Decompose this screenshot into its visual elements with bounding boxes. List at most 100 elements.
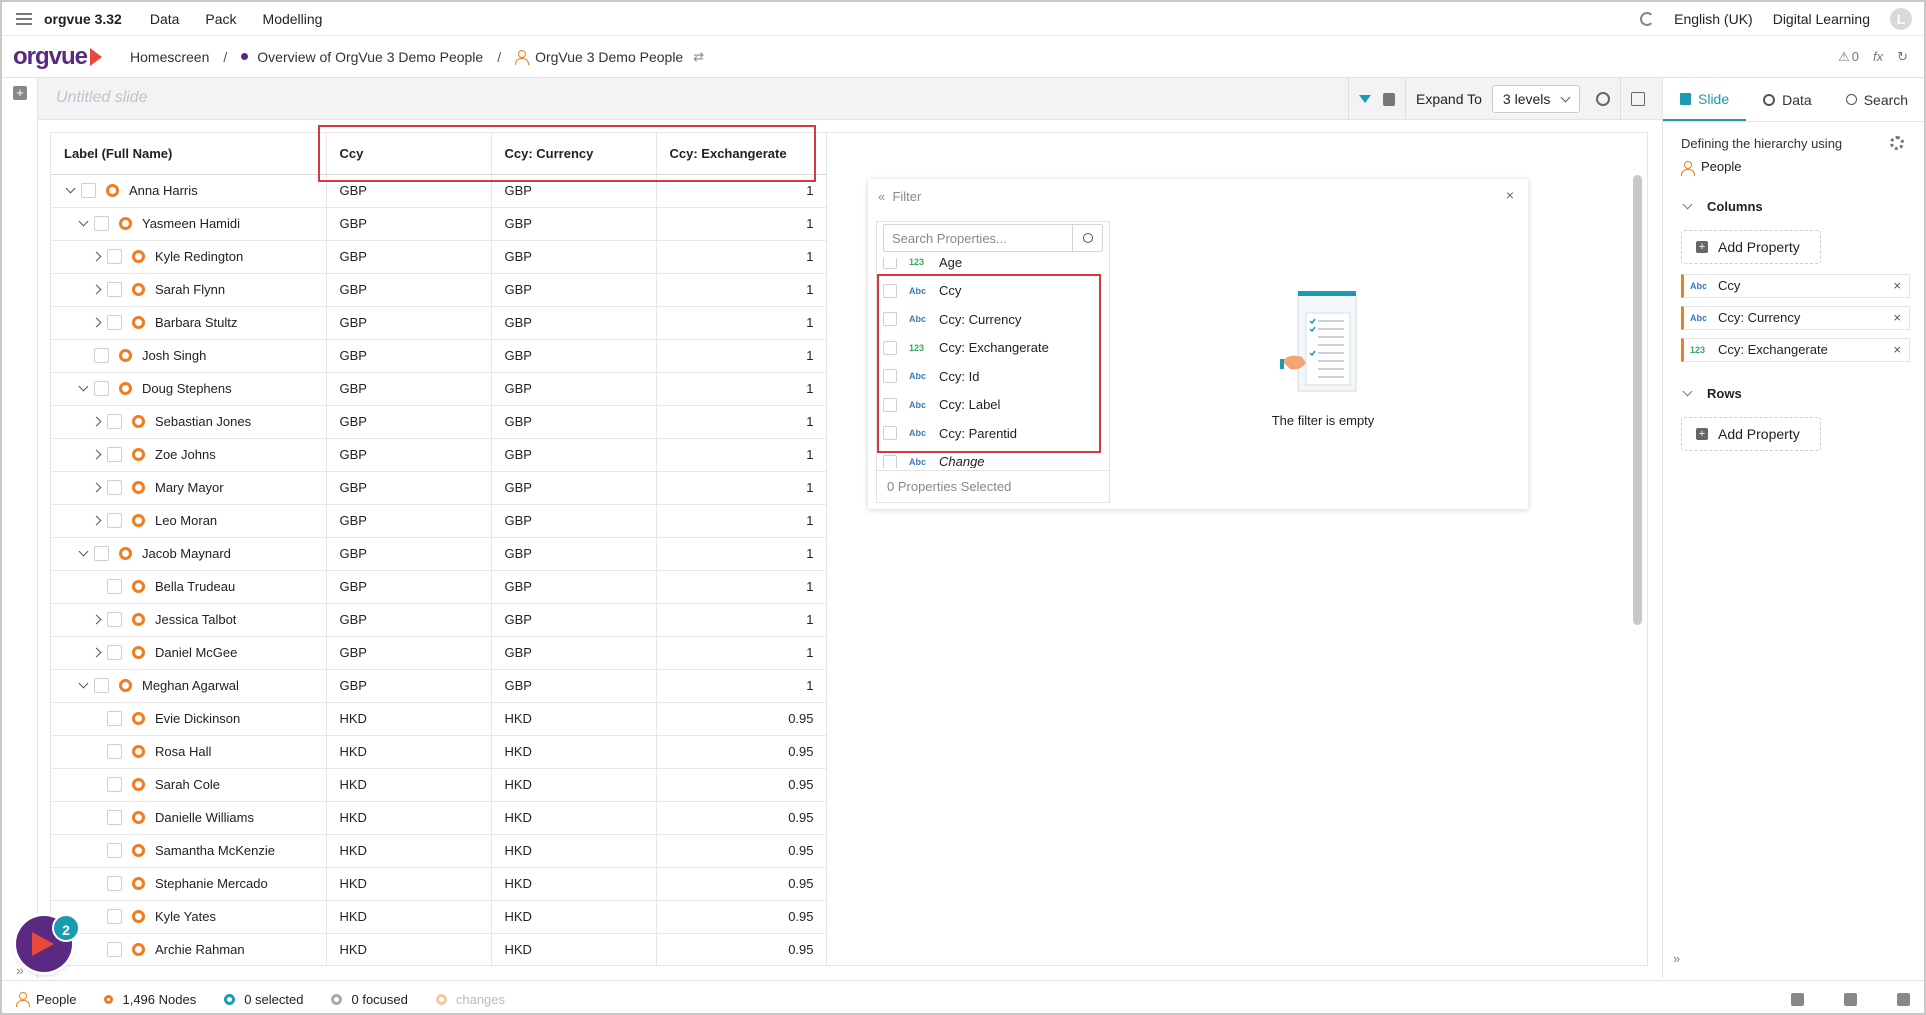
row-checkbox[interactable] [94,678,109,693]
breadcrumb-overview[interactable]: Overview of OrgVue 3 Demo People [257,49,483,65]
property-item[interactable]: Abc Ccy: Parentid [877,419,1109,448]
cell-label[interactable]: Evie Dickinson [51,702,327,736]
search-button[interactable] [1072,225,1102,251]
menu-pack[interactable]: Pack [205,11,236,27]
cell-ccy[interactable]: GBP [326,636,492,670]
expand-chevron-icon[interactable] [89,614,103,625]
row-checkbox[interactable] [107,942,122,957]
add-row-property-button[interactable]: + Add Property [1681,416,1821,451]
cell-ccy-currency[interactable]: HKD [491,702,657,736]
row-checkbox[interactable] [107,645,122,660]
cell-label[interactable]: Barbara Stultz [51,306,327,340]
cell-label[interactable]: Samantha McKenzie [51,834,327,868]
remove-icon[interactable]: × [1893,310,1901,325]
cell-ccy-currency[interactable]: HKD [491,801,657,835]
cell-ccy-exchangerate[interactable]: 1 [656,405,827,439]
cell-label[interactable]: Zoe Johns [51,438,327,472]
cell-ccy[interactable]: GBP [326,504,492,538]
cell-ccy-currency[interactable]: HKD [491,768,657,802]
table-row[interactable]: Daniel McGee GBP GBP 1 [51,636,827,670]
table-row[interactable]: Stephanie Mercado HKD HKD 0.95 [51,867,827,901]
cell-ccy-currency[interactable]: HKD [491,834,657,868]
filter-header[interactable]: « Filter [878,189,921,204]
cell-ccy-exchangerate[interactable]: 0.95 [656,900,827,934]
cell-ccy[interactable]: HKD [326,801,492,835]
status-focused[interactable]: 0 focused [331,992,408,1007]
filter-icon[interactable] [1359,95,1371,103]
row-checkbox[interactable] [107,909,122,924]
cell-label[interactable]: Kyle Redington [51,240,327,274]
cell-ccy-currency[interactable]: GBP [491,636,657,670]
cell-ccy-currency[interactable]: GBP [491,603,657,637]
row-checkbox[interactable] [107,513,122,528]
row-checkbox[interactable] [107,876,122,891]
row-checkbox[interactable] [107,810,122,825]
property-checkbox[interactable] [883,426,897,441]
cell-label[interactable]: Jessica Talbot [51,603,327,637]
cell-ccy-exchangerate[interactable]: 0.95 [656,801,827,835]
table-row[interactable]: Archie Rahman HKD HKD 0.95 [51,933,827,965]
row-checkbox[interactable] [94,348,109,363]
cell-ccy-currency[interactable]: GBP [491,438,657,472]
cell-ccy-exchangerate[interactable]: 1 [656,372,827,406]
cell-label[interactable]: Archie Rahman [51,933,327,965]
cell-label[interactable]: Kyle Yates [51,900,327,934]
row-checkbox[interactable] [107,480,122,495]
cell-ccy[interactable]: GBP [326,669,492,703]
cell-ccy-exchangerate[interactable]: 0.95 [656,702,827,736]
cell-label[interactable]: Sarah Cole [51,768,327,802]
cell-ccy[interactable]: HKD [326,702,492,736]
row-checkbox[interactable] [94,546,109,561]
rows-section-toggle[interactable]: Rows [1681,386,1910,401]
menu-data[interactable]: Data [150,11,180,27]
cell-ccy[interactable]: GBP [326,273,492,307]
tab-data[interactable]: Data [1746,78,1829,121]
property-item[interactable]: Abc Ccy: Label [877,391,1109,420]
property-item[interactable]: Abc Ccy: Currency [877,305,1109,334]
property-item[interactable]: 123 Age [877,258,1109,277]
column-chip[interactable]: 123 Ccy: Exchangerate × [1681,337,1910,362]
row-checkbox[interactable] [107,843,122,858]
property-item[interactable]: Abc Ccy: Id [877,362,1109,391]
property-checkbox[interactable] [883,369,897,384]
cell-ccy-currency[interactable]: GBP [491,273,657,307]
cell-ccy-currency[interactable]: GBP [491,240,657,274]
status-nodes[interactable]: 1,496 Nodes [104,992,196,1007]
table-row[interactable]: Sebastian Jones GBP GBP 1 [51,405,827,439]
property-checkbox[interactable] [883,454,897,468]
header-ccy[interactable]: Ccy [326,133,492,175]
cell-ccy-exchangerate[interactable]: 1 [656,636,827,670]
cell-ccy-exchangerate[interactable]: 0.95 [656,867,827,901]
search-input[interactable] [884,230,1072,246]
duplicate-icon[interactable] [1844,992,1857,1006]
cell-ccy-exchangerate[interactable]: 1 [656,603,827,637]
cell-ccy[interactable]: GBP [326,603,492,637]
column-chip[interactable]: Abc Ccy × [1681,273,1910,298]
add-icon[interactable] [1791,992,1804,1006]
cell-ccy-exchangerate[interactable]: 0.95 [656,933,827,965]
cell-label[interactable]: Meghan Agarwal [51,669,327,703]
cell-label[interactable]: Stephanie Mercado [51,867,327,901]
status-dimension[interactable]: People [16,992,76,1007]
cell-ccy[interactable]: GBP [326,372,492,406]
row-checkbox[interactable] [107,315,122,330]
palette-icon[interactable] [1596,92,1611,106]
breadcrumb-dataset[interactable]: OrgVue 3 Demo People [535,49,683,65]
cell-ccy-currency[interactable]: GBP [491,405,657,439]
table-row[interactable]: Bella Trudeau GBP GBP 1 [51,570,827,604]
cell-ccy[interactable]: HKD [326,735,492,769]
slide-title[interactable]: Untitled slide [56,89,148,107]
expand-chevron-icon[interactable] [89,284,103,295]
cell-ccy-exchangerate[interactable]: 0.95 [656,768,827,802]
table-row[interactable]: Samantha McKenzie HKD HKD 0.95 [51,834,827,868]
table-row[interactable]: Josh Singh GBP GBP 1 [51,339,827,373]
cell-label[interactable]: Sarah Flynn [51,273,327,307]
cell-ccy-exchangerate[interactable]: 1 [656,339,827,373]
remove-icon[interactable]: × [1893,342,1901,357]
header-ccy-exchangerate[interactable]: Ccy: Exchangerate [656,133,827,175]
row-checkbox[interactable] [107,447,122,462]
row-checkbox[interactable] [107,777,122,792]
row-checkbox[interactable] [107,744,122,759]
cell-ccy-currency[interactable]: GBP [491,306,657,340]
cell-label[interactable]: Mary Mayor [51,471,327,505]
